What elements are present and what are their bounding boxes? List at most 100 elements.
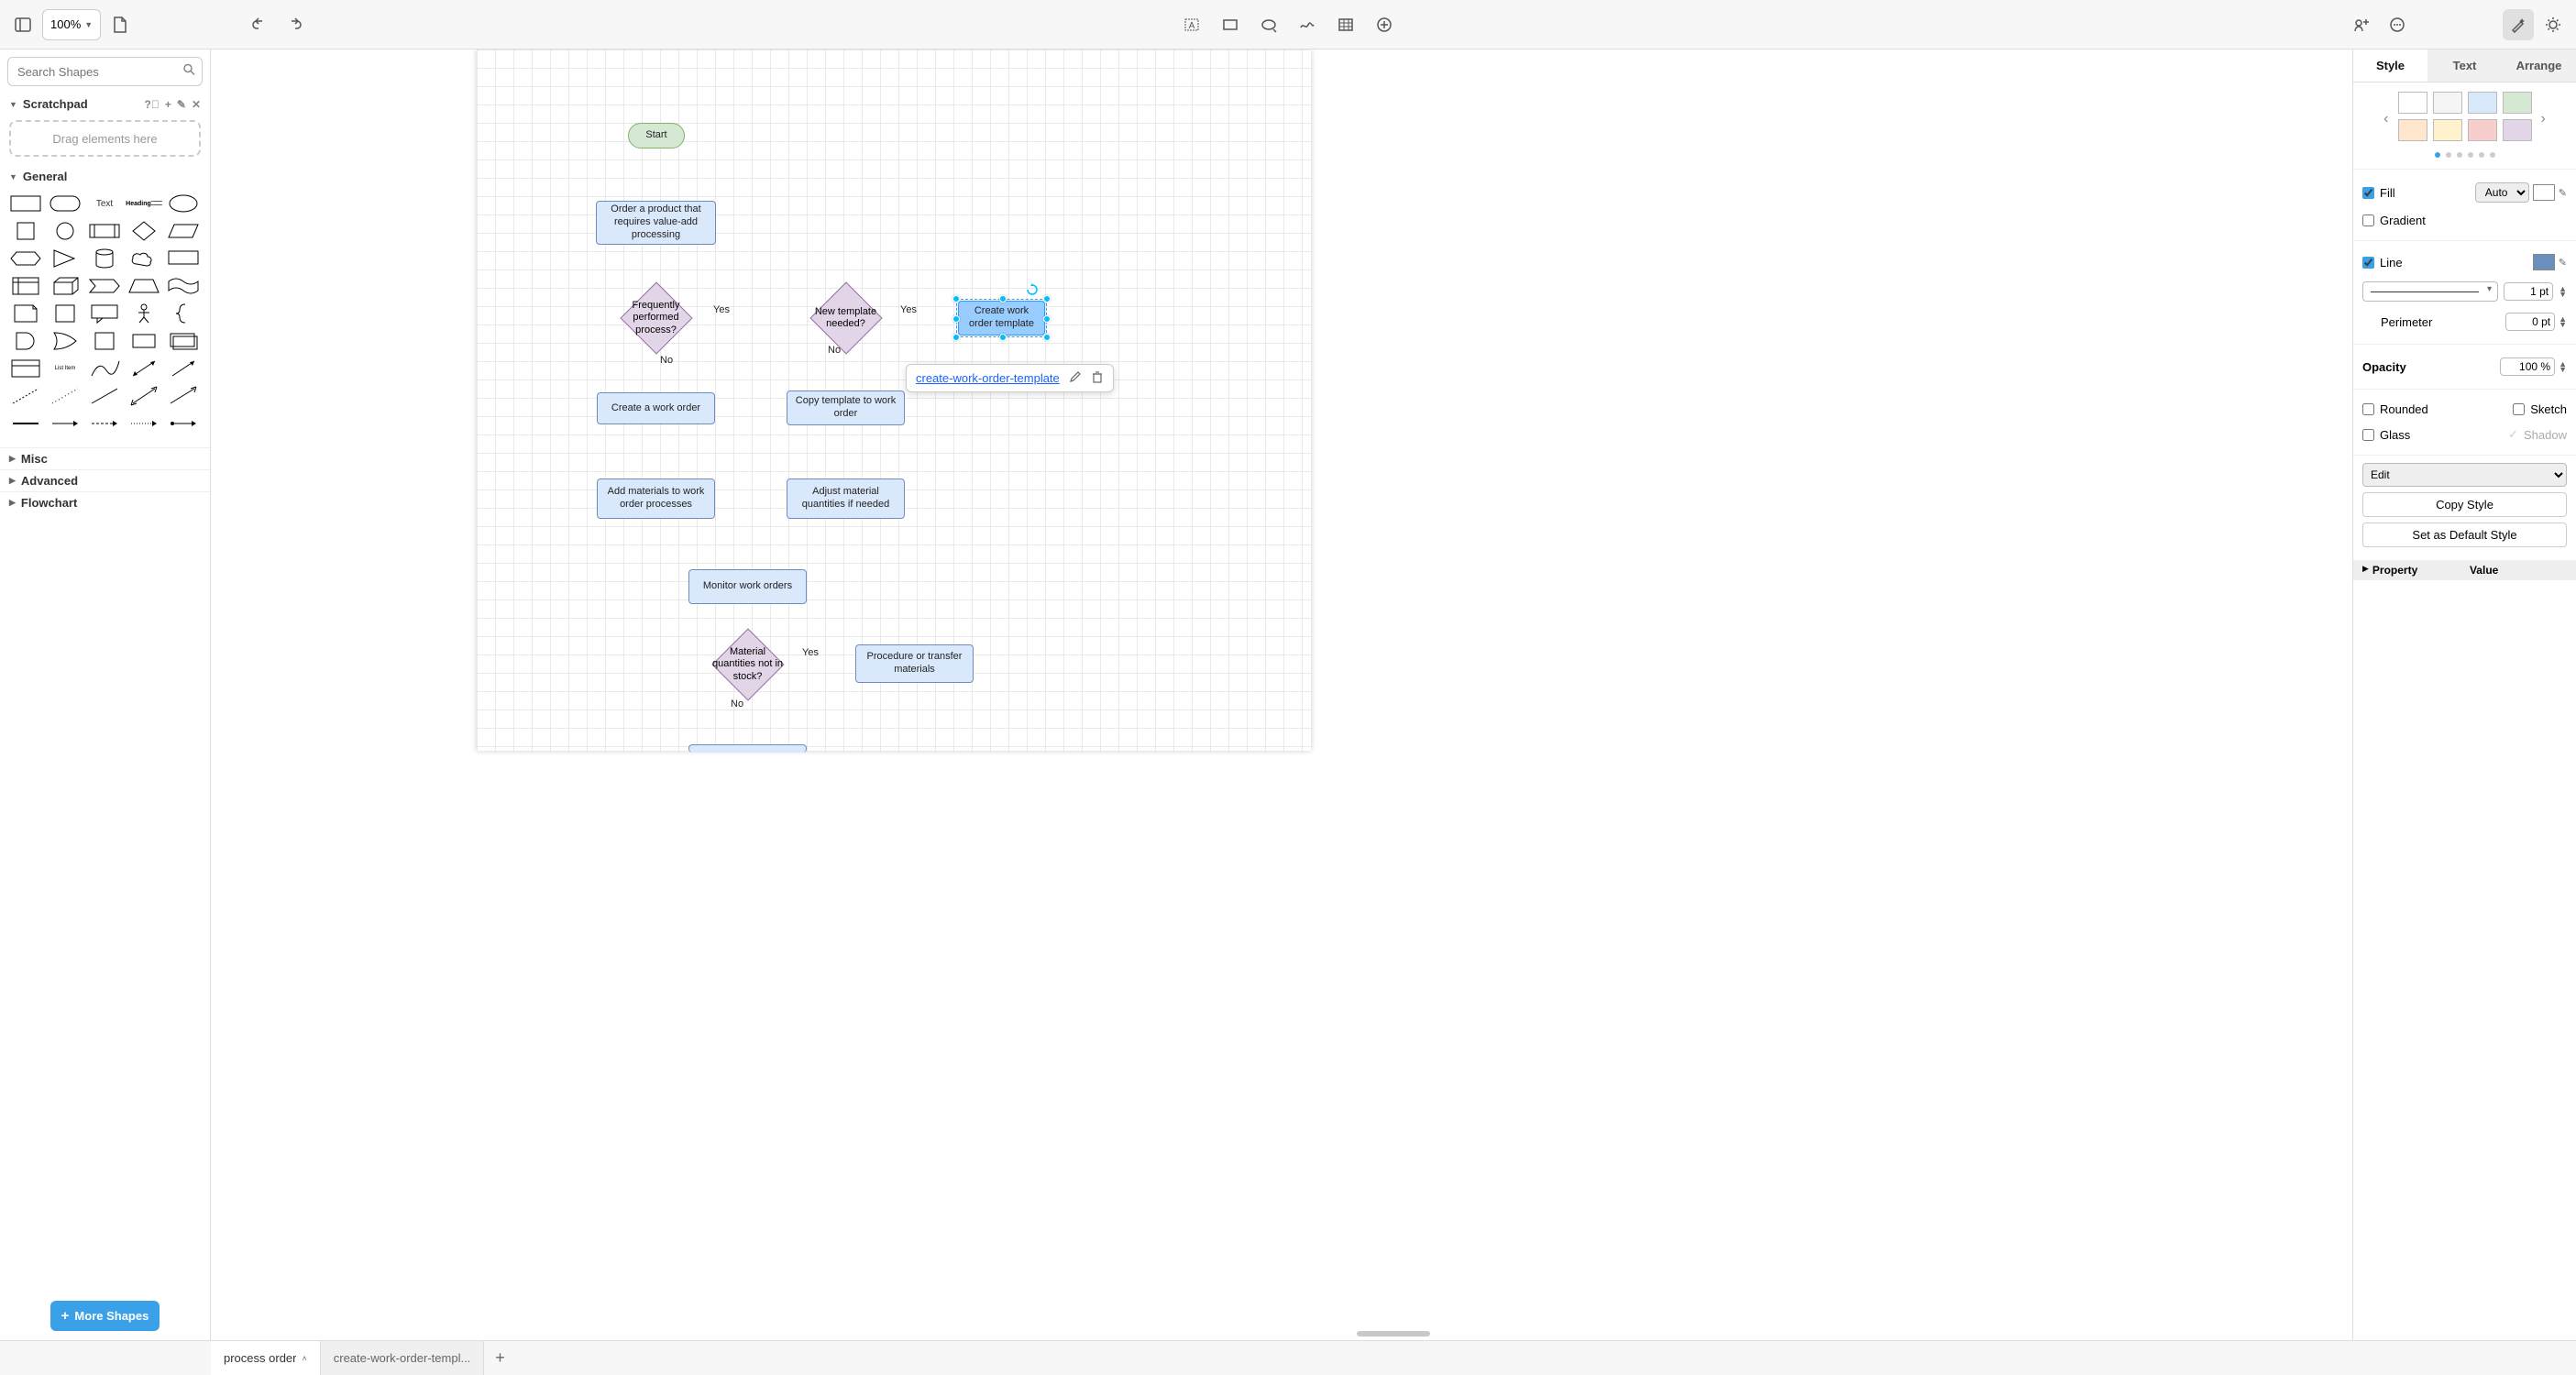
rectangle-icon[interactable] <box>1215 9 1246 40</box>
shape-bidir-arrow[interactable] <box>127 358 160 380</box>
shape-arrow[interactable] <box>167 358 200 380</box>
line-width-input[interactable] <box>2504 282 2553 301</box>
shape-tape[interactable] <box>167 275 200 297</box>
shape-bidir-thin[interactable] <box>127 385 160 407</box>
opacity-input[interactable] <box>2500 358 2555 376</box>
color-swatch[interactable] <box>2398 92 2427 114</box>
shape-process[interactable] <box>88 220 121 242</box>
shape-diamond[interactable] <box>127 220 160 242</box>
shape-rect-small[interactable] <box>127 330 160 352</box>
link-anchor[interactable]: create-work-order-template <box>916 371 1060 385</box>
shape-rounded-rect[interactable] <box>49 192 82 214</box>
shape-dotted[interactable] <box>49 385 82 407</box>
gradient-checkbox[interactable] <box>2362 214 2374 226</box>
shape-curly-brace[interactable] <box>167 302 200 324</box>
chevron-right-icon[interactable]: ▶ <box>2362 564 2369 577</box>
tab-style[interactable]: Style <box>2353 50 2427 82</box>
node-create-template[interactable]: Create work order template <box>958 301 1045 336</box>
page-icon[interactable] <box>105 9 136 40</box>
shape-circle[interactable] <box>49 220 82 242</box>
copy-style-button[interactable]: Copy Style <box>2362 492 2567 517</box>
page-tab-2[interactable]: create-work-order-templ... <box>321 1341 485 1375</box>
shape-line[interactable] <box>88 385 121 407</box>
edit-icon[interactable]: ✎ <box>177 98 186 111</box>
node-qty-not-stock[interactable]: Material quantities not in stock? <box>704 631 791 698</box>
resize-handle[interactable] <box>999 295 1007 302</box>
zoom-select[interactable]: 100% ▼ <box>42 9 101 40</box>
canvas[interactable]: Start Order a product that requires valu… <box>211 50 2576 1340</box>
node-adjust-qty[interactable]: Adjust material quantities if needed <box>787 478 905 519</box>
color-swatch[interactable] <box>2398 119 2427 141</box>
shape-curve[interactable] <box>88 358 121 380</box>
color-swatch[interactable] <box>2503 119 2532 141</box>
perimeter-input[interactable] <box>2505 313 2555 331</box>
shape-ellipse[interactable] <box>167 192 200 214</box>
shape-cube[interactable] <box>49 275 82 297</box>
shape-callout-bubble[interactable] <box>88 302 121 324</box>
color-swatch[interactable] <box>2468 119 2497 141</box>
shape-callout[interactable] <box>167 248 200 270</box>
node-add-materials[interactable]: Add materials to work order processes <box>597 478 715 519</box>
node-new-template[interactable]: New template needed? <box>802 284 889 352</box>
resize-handle[interactable] <box>952 334 960 341</box>
horizontal-scrollbar[interactable] <box>1357 1331 1430 1336</box>
theme-icon[interactable] <box>2537 9 2569 40</box>
shape-heading[interactable]: Heading━━━━━━━━━━ <box>127 192 160 214</box>
add-icon[interactable] <box>1369 9 1400 40</box>
shape-list[interactable] <box>9 358 42 380</box>
shape-connector-1[interactable] <box>9 412 42 434</box>
magic-icon[interactable] <box>2503 9 2534 40</box>
fill-color-swatch[interactable] <box>2533 184 2555 201</box>
line-checkbox[interactable] <box>2362 257 2374 269</box>
resize-handle[interactable] <box>1043 334 1051 341</box>
chevron-left-icon[interactable]: ‹ <box>2380 111 2392 127</box>
node-monitor[interactable]: Monitor work orders <box>688 569 807 604</box>
scratchpad-drop[interactable]: Drag elements here <box>9 120 201 157</box>
shape-or[interactable] <box>49 330 82 352</box>
shape-and[interactable] <box>9 330 42 352</box>
resize-handle[interactable] <box>999 334 1007 341</box>
shape-double-rect[interactable] <box>167 330 200 352</box>
shape-card[interactable] <box>49 302 82 324</box>
node-freq-process[interactable]: Frequently performed process? <box>612 284 699 352</box>
node-procedure[interactable]: Procedure or transfer materials <box>855 644 974 683</box>
shape-internal-storage[interactable] <box>9 275 42 297</box>
share-icon[interactable] <box>2347 9 2378 40</box>
scratchpad-header[interactable]: ▼ Scratchpad ?⃝ + ✎ ✕ <box>0 94 210 115</box>
shape-connector-5[interactable] <box>167 412 200 434</box>
delete-icon[interactable] <box>1091 370 1104 386</box>
resize-handle[interactable] <box>952 315 960 323</box>
shape-connector-4[interactable] <box>127 412 160 434</box>
table-icon[interactable] <box>1330 9 1361 40</box>
resize-handle[interactable] <box>952 295 960 302</box>
shape-trapezoid[interactable] <box>127 275 160 297</box>
shape-data-store[interactable] <box>88 330 121 352</box>
more-icon[interactable] <box>2382 9 2413 40</box>
add-icon[interactable]: + <box>165 98 171 111</box>
add-page-button[interactable]: + <box>484 1341 516 1375</box>
misc-header[interactable]: ▶ Misc <box>0 447 210 469</box>
chevron-right-icon[interactable]: › <box>2537 111 2549 127</box>
text-box-icon[interactable]: A <box>1176 9 1207 40</box>
edit-icon[interactable] <box>1069 370 1082 386</box>
shape-note[interactable] <box>9 302 42 324</box>
shape-step[interactable] <box>88 275 121 297</box>
line-color-swatch[interactable] <box>2533 254 2555 270</box>
shape-cylinder[interactable] <box>88 248 121 270</box>
rounded-checkbox[interactable] <box>2362 403 2374 415</box>
close-icon[interactable]: ✕ <box>192 98 201 111</box>
shape-hexagon[interactable] <box>9 248 42 270</box>
sketch-checkbox[interactable] <box>2513 403 2525 415</box>
shape-dashed[interactable] <box>9 385 42 407</box>
shape-actor[interactable] <box>127 302 160 324</box>
node-create-wo[interactable]: Create a work order <box>597 392 715 424</box>
glass-checkbox[interactable] <box>2362 429 2374 441</box>
set-default-style-button[interactable]: Set as Default Style <box>2362 522 2567 547</box>
color-swatch[interactable] <box>2503 92 2532 114</box>
edit-style-select[interactable]: Edit <box>2362 463 2567 487</box>
page-tab-1[interactable]: process order ˄ <box>211 1341 321 1375</box>
advanced-header[interactable]: ▶ Advanced <box>0 469 210 491</box>
node-order-product[interactable]: Order a product that requires value-add … <box>596 201 716 245</box>
ellipse-icon[interactable] <box>1253 9 1284 40</box>
color-swatch[interactable] <box>2433 119 2462 141</box>
